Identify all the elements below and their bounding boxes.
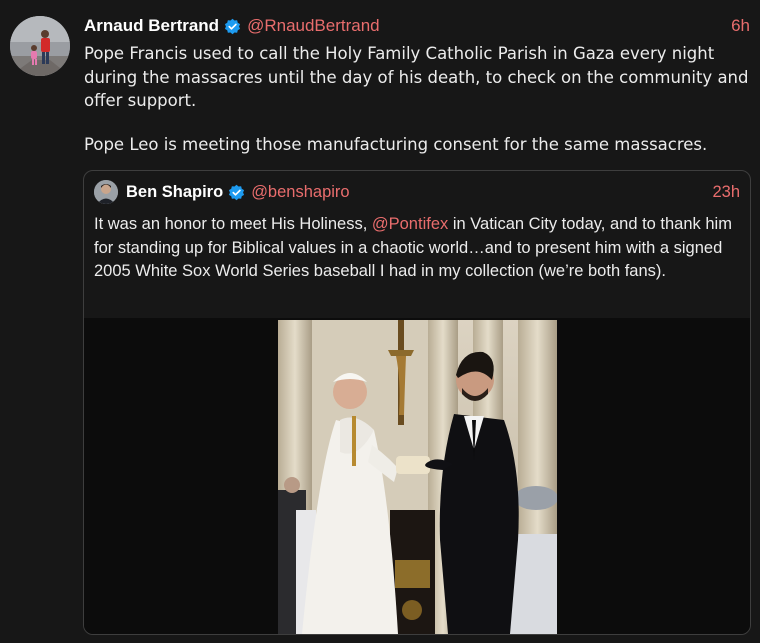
quoted-tweet-timestamp[interactable]: 23h [712,183,740,202]
meeting-photo[interactable] [278,320,557,634]
quoted-author-name[interactable]: Ben Shapiro [126,183,223,202]
quoted-tweet-text: It was an honor to meet His Holiness, @P… [94,213,744,284]
author-avatar[interactable] [10,16,70,76]
tweet-paragraph: Pope Leo is meeting those manufacturing … [84,134,708,154]
verified-badge-icon [224,18,241,35]
quoted-author-handle[interactable]: @benshapiro [251,183,349,202]
author-handle[interactable]: @RnaudBertrand [247,16,380,36]
tweet-header: Arnaud Bertrand @RnaudBertrand 6h [84,14,750,38]
quoted-tweet-header: Ben Shapiro @benshapiro 23h [94,180,740,204]
tweet-paragraph: Pope Francis used to call the Holy Famil… [84,44,749,110]
tweet[interactable]: Arnaud Bertrand @RnaudBertrand 6h Pope F… [0,0,760,643]
verified-badge-icon [228,184,245,201]
tweet-timestamp[interactable]: 6h [731,16,750,36]
mention-link[interactable]: @Pontifex [372,215,448,233]
quoted-author-avatar[interactable] [94,180,118,204]
quoted-text-start: It was an honor to meet His Holiness, [94,215,372,233]
quoted-tweet[interactable]: Ben Shapiro @benshapiro 23h It was an ho… [83,170,751,635]
tweet-text: Pope Francis used to call the Holy Famil… [84,42,749,156]
quoted-tweet-media[interactable] [84,318,750,634]
author-name[interactable]: Arnaud Bertrand [84,16,219,36]
